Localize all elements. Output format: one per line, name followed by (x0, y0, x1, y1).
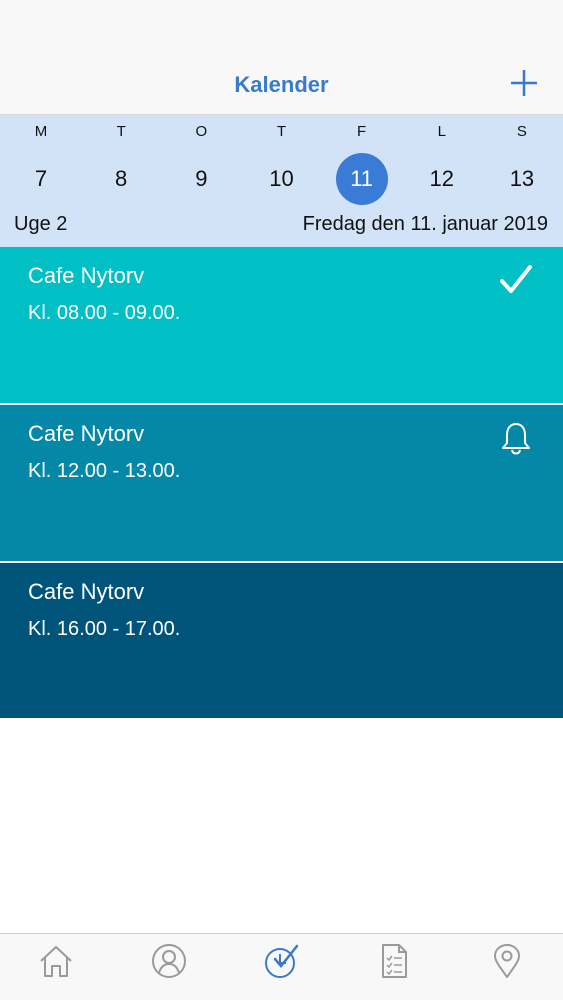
event-card[interactable]: Cafe Nytorv Kl. 12.00 - 13.00. (0, 405, 563, 561)
weekday-label: T (116, 123, 126, 140)
page-title: Kalender (234, 72, 329, 97)
event-title: Cafe Nytorv (28, 263, 145, 288)
day-button[interactable]: 10 (255, 153, 307, 205)
weekday-label: O (195, 123, 208, 140)
weekday-label: L (437, 123, 446, 140)
day-row: 7 8 9 10 11 12 13 (15, 153, 548, 205)
day-button[interactable]: 8 (95, 153, 147, 205)
weekday-label: M (34, 123, 48, 140)
tab-location[interactable] (450, 934, 563, 1000)
event-title: Cafe Nytorv (28, 421, 145, 446)
day-button[interactable]: 13 (496, 153, 548, 205)
checkmark-icon (500, 265, 532, 293)
tab-calendar[interactable] (225, 934, 338, 1000)
week-number-label: Uge 2 (14, 213, 68, 235)
weekday-label: S (516, 123, 527, 140)
event-time: Kl. 12.00 - 13.00. (28, 460, 181, 482)
tab-home[interactable] (0, 934, 113, 1000)
plus-icon[interactable] (509, 68, 539, 98)
checklist-icon (382, 944, 408, 978)
tab-tasks[interactable] (338, 934, 451, 1000)
event-title: Cafe Nytorv (28, 579, 145, 604)
profile-icon (151, 944, 186, 978)
event-card[interactable]: Cafe Nytorv Kl. 08.00 - 09.00. (0, 247, 563, 403)
event-time: Kl. 16.00 - 17.00. (28, 618, 181, 640)
event-card[interactable]: Cafe Nytorv Kl. 16.00 - 17.00. (0, 563, 563, 718)
bell-icon[interactable] (499, 421, 533, 455)
day-button-selected[interactable]: 11 (335, 153, 388, 205)
navigation-bar: Kalender (0, 0, 563, 115)
event-time: Kl. 08.00 - 09.00. (28, 302, 181, 324)
tab-profile[interactable] (113, 934, 226, 1000)
selected-date-label: Fredag den 11. januar 2019 (302, 213, 548, 235)
calendar-check-icon (265, 944, 299, 978)
weekday-row: M T O T F L S (15, 123, 548, 140)
home-icon (40, 946, 72, 977)
location-pin-icon (493, 944, 520, 978)
weekday-label: T (276, 123, 287, 140)
tab-bar (0, 933, 563, 1000)
week-strip: M T O T F L S 7 8 9 10 11 12 13 Uge 2 Fr… (0, 115, 563, 247)
day-button[interactable]: 7 (15, 153, 67, 205)
day-button[interactable]: 9 (175, 153, 227, 205)
weekday-label: F (357, 123, 367, 140)
day-button[interactable]: 12 (416, 153, 468, 205)
